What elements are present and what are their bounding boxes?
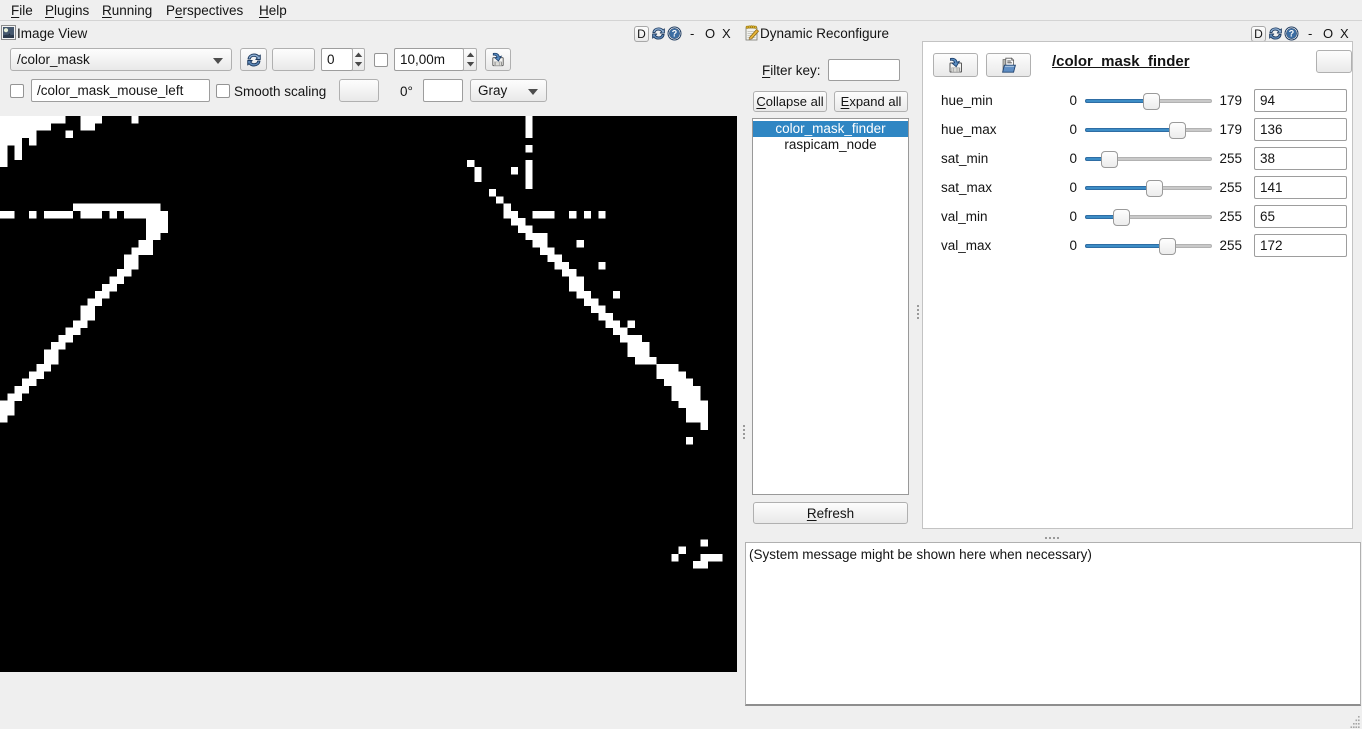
svg-text:?: ?: [672, 29, 677, 39]
svg-text:?: ?: [1289, 29, 1294, 39]
